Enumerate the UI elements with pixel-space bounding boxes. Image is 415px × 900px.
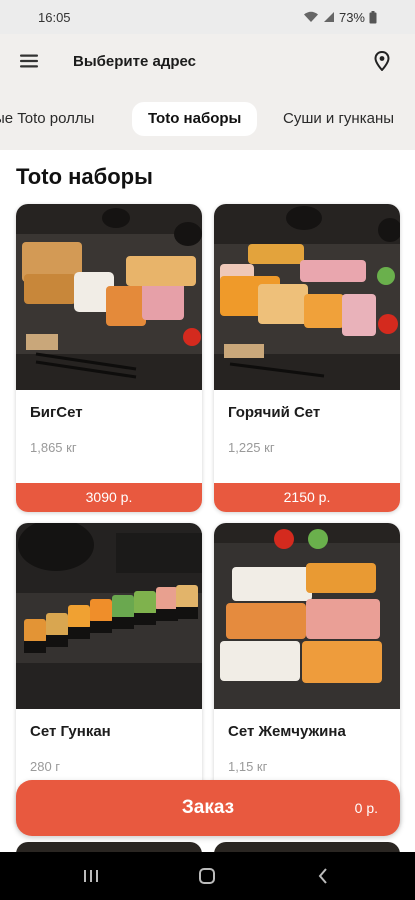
- product-photo: [16, 523, 202, 709]
- hamburger-menu-icon[interactable]: [18, 50, 40, 72]
- tab-toto-rolls[interactable]: ые Toto роллы: [0, 102, 94, 136]
- system-nav-bar: [0, 852, 415, 900]
- section-title: Toto наборы: [16, 164, 153, 189]
- location-pin-icon[interactable]: [371, 50, 393, 72]
- product-weight: 1,225 кг: [228, 440, 275, 455]
- tab-sushi-gunkan[interactable]: Суши и гунканы: [283, 102, 394, 136]
- price-button[interactable]: 3090 р.: [16, 483, 202, 512]
- product-photo: [214, 523, 400, 709]
- battery-icon: [369, 10, 377, 24]
- product-weight: 280 г: [30, 759, 61, 774]
- product-name: Сет Гункан: [30, 723, 111, 740]
- signal-icon: [323, 11, 335, 23]
- category-tabs: ые Toto роллы Toto наборы Суши и гунканы: [0, 88, 415, 150]
- wifi-icon: [303, 11, 319, 23]
- product-name: Сет Жемчужина: [228, 723, 346, 740]
- order-label: Заказ: [181, 797, 235, 818]
- status-bar: 16:05 73%: [0, 0, 415, 34]
- address-selector[interactable]: Выберите адрес: [73, 53, 371, 70]
- tab-toto-sets[interactable]: Toto наборы: [132, 102, 258, 136]
- back-icon[interactable]: [311, 866, 335, 886]
- app-header: Выберите адрес: [0, 34, 415, 88]
- battery-percent: 73%: [338, 9, 365, 25]
- product-photo: [16, 204, 202, 390]
- product-card-hot-set[interactable]: Горячий Сет 1,225 кг 2150 р.: [214, 204, 400, 512]
- product-list: Toto наборы БигСет 1,865 кг 3090 р. Горя…: [0, 150, 415, 852]
- recent-apps-icon[interactable]: [79, 866, 103, 886]
- status-icons: 73%: [303, 10, 377, 25]
- order-button[interactable]: Заказ 0 р.: [16, 780, 400, 836]
- order-total: 0 р.: [354, 800, 378, 816]
- product-photo: [214, 204, 400, 390]
- product-card-bigset[interactable]: БигСет 1,865 кг 3090 р.: [16, 204, 202, 512]
- product-name: БигСет: [30, 404, 83, 421]
- price-button[interactable]: 2150 р.: [214, 483, 400, 512]
- status-time: 16:05: [38, 9, 71, 25]
- home-icon[interactable]: [195, 866, 219, 886]
- product-weight: 1,15 кг: [228, 759, 268, 774]
- product-name: Горячий Сет: [228, 404, 321, 421]
- product-weight: 1,865 кг: [30, 440, 77, 455]
